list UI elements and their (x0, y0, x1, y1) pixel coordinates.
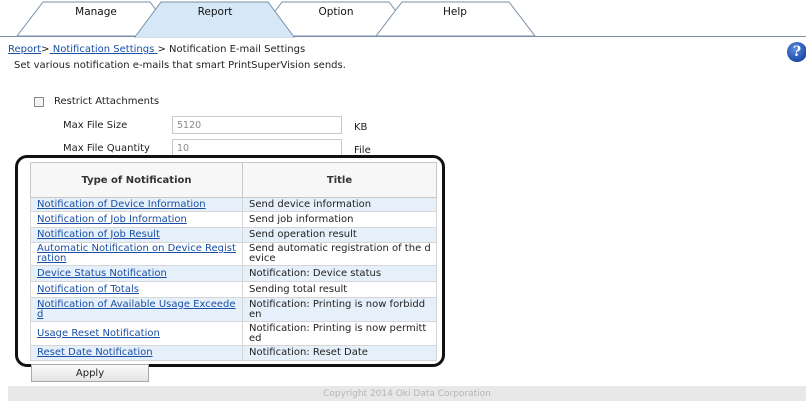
usage-reset-notification-link[interactable]: Usage Reset Notification (37, 328, 160, 339)
max-file-size-unit: KB (354, 122, 368, 133)
notification-device-information-link[interactable]: Notification of Device Information (37, 199, 206, 210)
reset-date-notification-link[interactable]: Reset Date Notification (37, 347, 153, 358)
apply-button[interactable]: Apply (31, 364, 149, 382)
notification-job-result-link[interactable]: Notification of Job Result (37, 229, 160, 240)
tab-report[interactable]: Report (175, 6, 255, 18)
type-cell: Device Status Notification (30, 265, 243, 282)
help-icon[interactable]: ? (787, 42, 806, 62)
type-cell: Notification of Totals (30, 281, 243, 298)
max-file-size-label: Max File Size (63, 120, 128, 131)
table-row: Notification of Available Usage Exceeded… (30, 297, 437, 322)
type-cell: Usage Reset Notification (30, 321, 243, 346)
notification-job-information-link[interactable]: Notification of Job Information (37, 214, 187, 225)
table-header-row: Type of Notification Title (30, 162, 437, 198)
max-file-size-input[interactable] (172, 116, 342, 134)
notification-available-usage-exceeded-link[interactable]: Notification of Available Usage Exceeded (37, 299, 236, 320)
restrict-attachments-checkbox[interactable] (34, 96, 44, 107)
title-cell: Notification: Printing is now forbidden (242, 297, 437, 322)
table-row: Device Status Notification Notification:… (30, 265, 437, 282)
breadcrumb: Report> Notification Settings > Notifica… (8, 44, 305, 55)
title-cell: Notification: Reset Date (242, 345, 437, 361)
breadcrumb-link-notification-settings[interactable]: Notification Settings (50, 44, 158, 55)
tab-option[interactable]: Option (296, 6, 376, 18)
device-status-notification-link[interactable]: Device Status Notification (37, 268, 167, 279)
type-cell: Notification of Job Result (30, 227, 243, 243)
restrict-attachments-label: Restrict Attachments (54, 96, 160, 107)
max-file-quantity-unit: File (354, 145, 371, 156)
breadcrumb-separator: > (41, 44, 50, 55)
max-file-quantity-label: Max File Quantity (63, 143, 150, 154)
title-cell: Sending total result (242, 281, 437, 298)
restrict-attachments-row: Restrict Attachments (34, 96, 159, 108)
footer: Copyright 2014 Oki Data Corporation (8, 386, 806, 401)
tab-bar: Manage Report Option Help (0, 0, 806, 40)
table-row: Notification of Totals Sending total res… (30, 281, 437, 298)
tab-help[interactable]: Help (415, 6, 495, 18)
type-cell: Reset Date Notification (30, 345, 243, 361)
copyright-text: Copyright 2014 Oki Data Corporation (323, 389, 491, 399)
notification-table: Type of Notification Title Notification … (30, 162, 437, 361)
title-cell: Send automatic registration of the devic… (242, 242, 437, 266)
tab-manage[interactable]: Manage (56, 6, 136, 18)
table-row: Notification of Job Information Send job… (30, 211, 437, 228)
max-file-quantity-input[interactable] (172, 139, 342, 157)
table-row: Notification of Device Information Send … (30, 197, 437, 212)
breadcrumb-current: Notification E-mail Settings (165, 44, 306, 55)
title-cell: Send operation result (242, 227, 437, 243)
type-cell: Notification of Available Usage Exceeded (30, 297, 243, 322)
title-cell: Send device information (242, 197, 437, 212)
header-type-of-notification: Type of Notification (30, 162, 243, 198)
title-cell: Notification: Printing is now permitted (242, 321, 437, 346)
table-row: Usage Reset Notification Notification: P… (30, 321, 437, 346)
header-title: Title (242, 162, 437, 198)
table-row: Automatic Notification on Device Registr… (30, 242, 437, 266)
breadcrumb-separator: > (157, 44, 166, 55)
automatic-notification-device-registration-link[interactable]: Automatic Notification on Device Registr… (37, 243, 236, 264)
type-cell: Automatic Notification on Device Registr… (30, 242, 243, 266)
breadcrumb-link-report[interactable]: Report (8, 44, 41, 55)
table-row: Reset Date Notification Notification: Re… (30, 345, 437, 361)
table-row: Notification of Job Result Send operatio… (30, 227, 437, 243)
type-cell: Notification of Device Information (30, 197, 243, 212)
notification-of-totals-link[interactable]: Notification of Totals (37, 284, 139, 295)
title-cell: Notification: Device status (242, 265, 437, 282)
page-description: Set various notification e-mails that sm… (14, 60, 346, 71)
type-cell: Notification of Job Information (30, 211, 243, 228)
title-cell: Send job information (242, 211, 437, 228)
